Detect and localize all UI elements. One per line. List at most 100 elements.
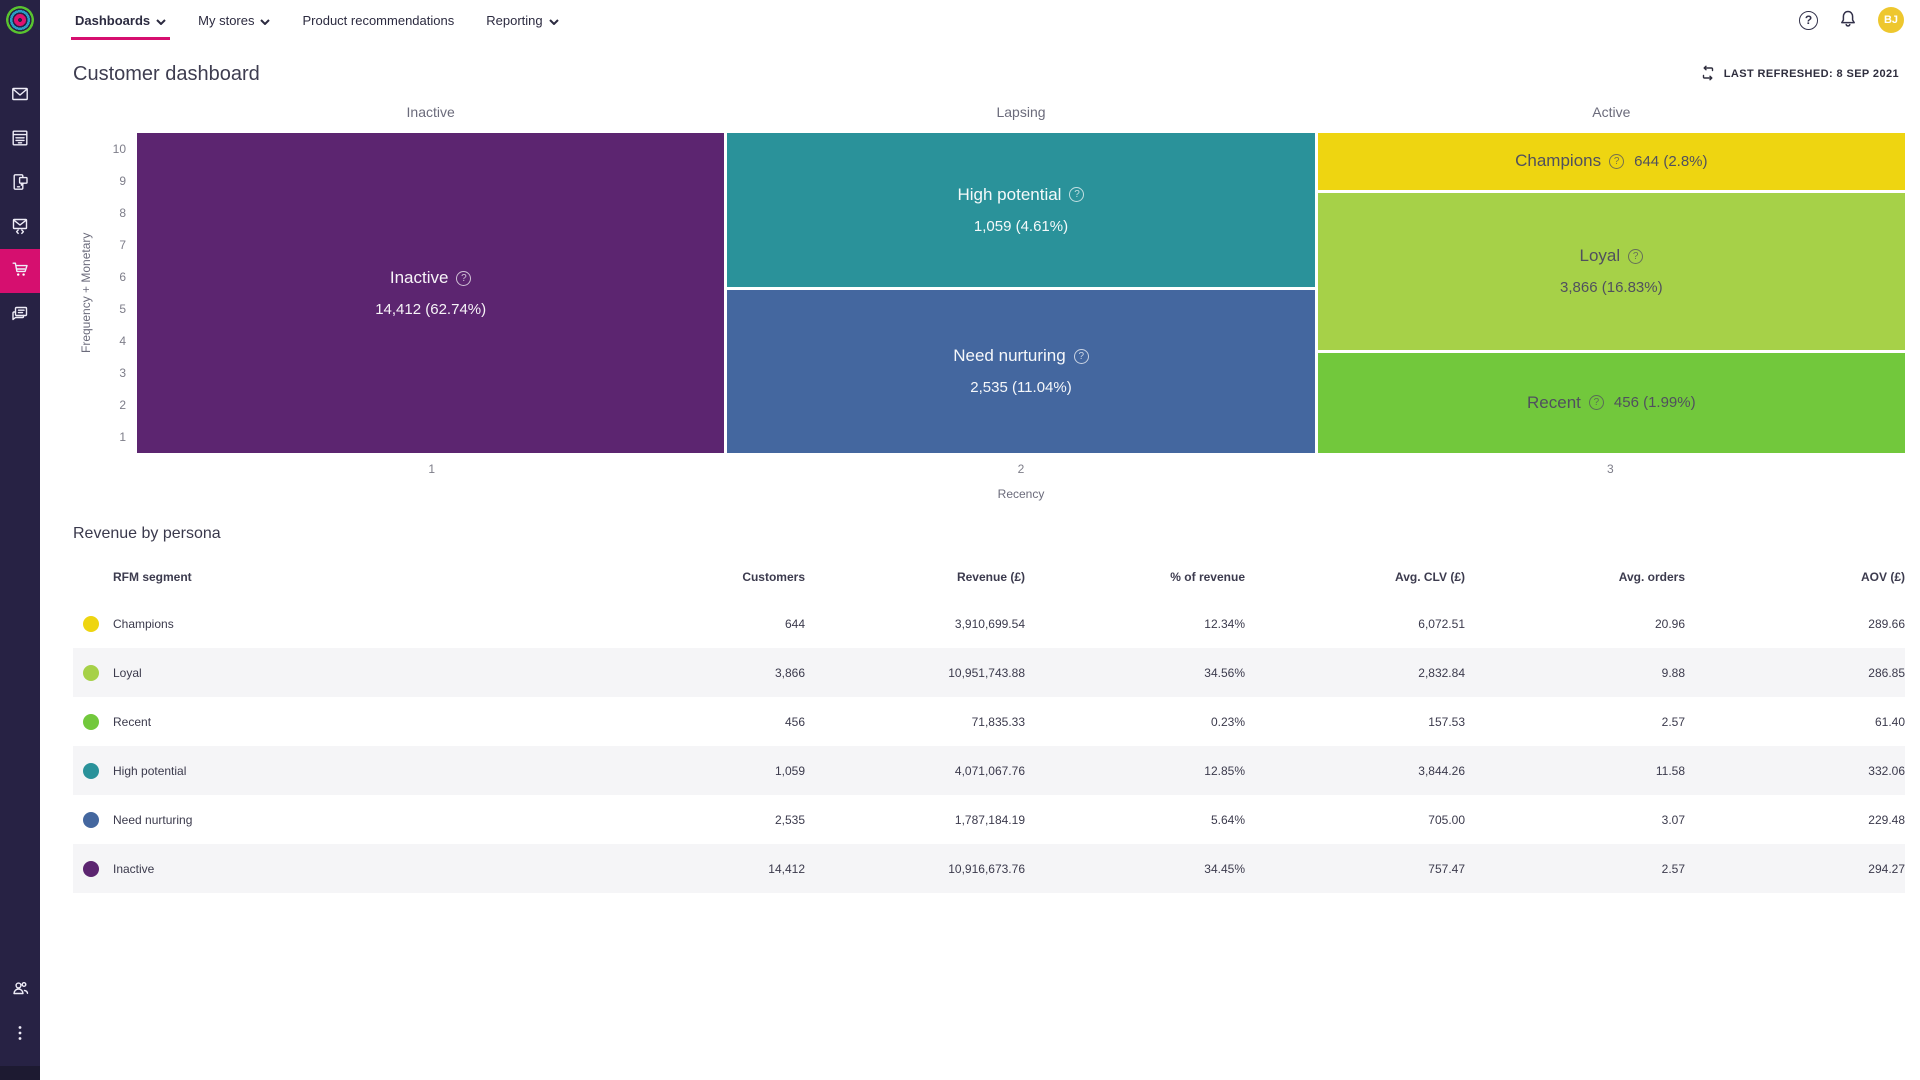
revenue-cell: 3,910,699.54 bbox=[805, 599, 1025, 648]
y-tick: 8 bbox=[113, 197, 126, 229]
segment-champions[interactable]: Champions?644 (2.8%) bbox=[1318, 133, 1905, 190]
segment-color-dot bbox=[83, 616, 99, 632]
pct-revenue-cell: 5.64% bbox=[1025, 795, 1245, 844]
table-header-row: RFM segmentCustomersRevenue (£)% of reve… bbox=[73, 555, 1905, 599]
segment-loyal[interactable]: Loyal? 3,866 (16.83%) bbox=[1318, 193, 1905, 350]
column-header-avg-orders: Avg. orders bbox=[1465, 555, 1685, 599]
notifications-button[interactable] bbox=[1838, 9, 1858, 32]
help-icon[interactable]: ? bbox=[1589, 395, 1604, 410]
segment-count: 2,535 (11.04%) bbox=[970, 379, 1071, 396]
user-avatar[interactable]: BJ bbox=[1878, 7, 1904, 33]
tab-reporting[interactable]: Reporting bbox=[484, 0, 560, 40]
kebab-menu-icon bbox=[11, 1024, 29, 1045]
shopping-cart-icon bbox=[11, 260, 30, 282]
help-icon[interactable]: ? bbox=[1628, 249, 1643, 264]
table-row: Recent 456 71,835.33 0.23% 157.53 2.57 6… bbox=[73, 697, 1905, 746]
segment-label: Recent bbox=[1527, 393, 1581, 413]
segment-label: Inactive bbox=[390, 268, 449, 288]
help-icon[interactable]: ? bbox=[456, 271, 471, 286]
y-tick: 7 bbox=[113, 229, 126, 261]
column-header-customers: Customers bbox=[585, 555, 805, 599]
tab-dashboards[interactable]: Dashboards bbox=[73, 0, 168, 40]
y-tick: 6 bbox=[113, 261, 126, 293]
segment-count: 1,059 (4.61%) bbox=[974, 218, 1068, 235]
envelope-icon bbox=[11, 85, 29, 106]
avg-orders-cell: 2.57 bbox=[1465, 844, 1685, 893]
help-button[interactable]: ? bbox=[1799, 11, 1818, 30]
sidebar-item-email[interactable] bbox=[0, 73, 40, 117]
sidebar-item-commerce[interactable] bbox=[0, 249, 40, 293]
avg-clv-cell: 757.47 bbox=[1245, 844, 1465, 893]
help-icon[interactable]: ? bbox=[1609, 154, 1624, 169]
segment-name: Inactive bbox=[113, 862, 154, 876]
x-tick-2: 2 bbox=[726, 462, 1315, 476]
y-tick: 5 bbox=[113, 293, 126, 325]
chevron-down-icon bbox=[260, 13, 270, 28]
segment-name: High potential bbox=[113, 764, 186, 778]
sidebar-item-forms[interactable] bbox=[0, 117, 40, 161]
table-row: High potential 1,059 4,071,067.76 12.85%… bbox=[73, 746, 1905, 795]
aov-cell: 286.85 bbox=[1685, 648, 1905, 697]
brand-logo-icon bbox=[6, 6, 34, 34]
chevron-down-icon bbox=[549, 13, 559, 28]
question-mark-icon: ? bbox=[1805, 13, 1812, 27]
pct-revenue-cell: 0.23% bbox=[1025, 697, 1245, 746]
segment-name: Need nurturing bbox=[113, 813, 192, 827]
y-tick: 3 bbox=[113, 357, 126, 389]
sidebar-item-sms[interactable] bbox=[0, 161, 40, 205]
avg-orders-cell: 3.07 bbox=[1465, 795, 1685, 844]
segment-label: Loyal bbox=[1580, 246, 1621, 266]
segment-name: Loyal bbox=[113, 666, 142, 680]
avg-clv-cell: 3,844.26 bbox=[1245, 746, 1465, 795]
segment-need-nurturing[interactable]: Need nurturing?2,535 (11.04%) bbox=[727, 290, 1314, 453]
aov-cell: 332.06 bbox=[1685, 746, 1905, 795]
sidebar-item-audience[interactable] bbox=[0, 968, 40, 1012]
y-ticks: 10987654321 bbox=[113, 133, 126, 453]
chart-column-3: Champions?644 (2.8%) Loyal? 3,866 (16.83%)… bbox=[1318, 133, 1905, 453]
aov-cell: 61.40 bbox=[1685, 697, 1905, 746]
revenue-cell: 71,835.33 bbox=[805, 697, 1025, 746]
pct-revenue-cell: 12.34% bbox=[1025, 599, 1245, 648]
segment-color-dot bbox=[83, 763, 99, 779]
segment-count: 3,866 (16.83%) bbox=[1560, 279, 1663, 296]
segment-color-dot bbox=[83, 665, 99, 681]
app-logo[interactable] bbox=[0, 0, 40, 40]
table-row: Loyal 3,866 10,951,743.88 34.56% 2,832.8… bbox=[73, 648, 1905, 697]
segment-high-potential[interactable]: High potential?1,059 (4.61%) bbox=[727, 133, 1314, 287]
y-tick: 2 bbox=[113, 389, 126, 421]
top-nav: Dashboards My stores Product recommendat… bbox=[40, 0, 1920, 40]
revenue-by-persona-section: Revenue by persona RFM segmentCustomersR… bbox=[73, 525, 1905, 893]
form-document-icon bbox=[11, 129, 29, 150]
help-icon[interactable]: ? bbox=[1069, 187, 1084, 202]
chevron-down-icon bbox=[156, 13, 166, 28]
sidebar-item-more[interactable] bbox=[0, 1012, 40, 1056]
sidebar-item-email-templates[interactable] bbox=[0, 205, 40, 249]
last-refreshed[interactable]: LAST REFRESHED: 8 SEP 2021 bbox=[1694, 64, 1905, 85]
customers-cell: 14,412 bbox=[585, 844, 805, 893]
tab-product-recommendations[interactable]: Product recommendations bbox=[300, 0, 456, 40]
column-header-lapsing: Lapsing bbox=[727, 104, 1314, 120]
segment-label: Champions bbox=[1515, 151, 1601, 171]
top-right-actions: ? BJ bbox=[1799, 7, 1904, 33]
segment-color-dot bbox=[83, 812, 99, 828]
last-refreshed-text: LAST REFRESHED: 8 SEP 2021 bbox=[1724, 68, 1899, 80]
help-icon[interactable]: ? bbox=[1074, 349, 1089, 364]
column-header-active: Active bbox=[1318, 104, 1905, 120]
sidebar-item-broadcast[interactable] bbox=[0, 293, 40, 337]
revenue-table-head: RFM segmentCustomersRevenue (£)% of reve… bbox=[73, 555, 1905, 599]
avg-orders-cell: 2.57 bbox=[1465, 697, 1685, 746]
x-ticks: 1 2 3 bbox=[137, 462, 1905, 476]
rfm-segment-chart: Inactive Lapsing Active Frequency + Mone… bbox=[73, 104, 1905, 501]
y-tick: 4 bbox=[113, 325, 126, 357]
refresh-icon bbox=[1700, 65, 1716, 84]
segment-inactive[interactable]: Inactive?14,412 (62.74%) bbox=[137, 133, 724, 453]
avatar-initials: BJ bbox=[1884, 14, 1898, 26]
page-header: Customer dashboard LAST REFRESHED: 8 SEP… bbox=[73, 56, 1905, 92]
tab-product-recommendations-label: Product recommendations bbox=[302, 13, 454, 28]
tab-my-stores[interactable]: My stores bbox=[196, 0, 272, 40]
avg-orders-cell: 20.96 bbox=[1465, 599, 1685, 648]
segment-count: 456 (1.99%) bbox=[1614, 394, 1696, 411]
table-row: Inactive 14,412 10,916,673.76 34.45% 757… bbox=[73, 844, 1905, 893]
segment-recent[interactable]: Recent? 456 (1.99%) bbox=[1318, 353, 1905, 453]
page-title: Customer dashboard bbox=[73, 63, 260, 86]
